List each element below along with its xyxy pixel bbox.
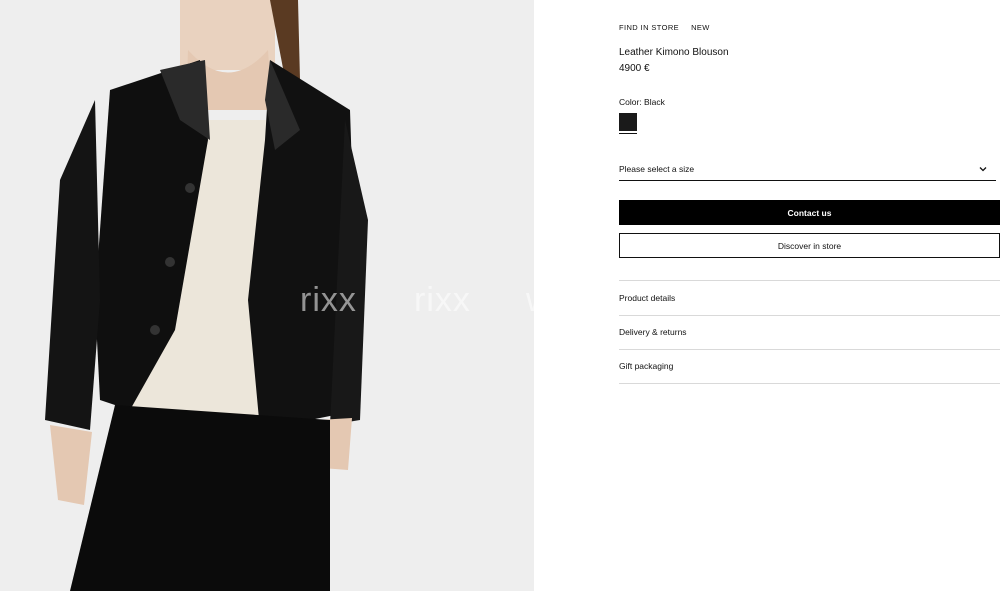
product-price: 4900 € [619, 63, 650, 74]
info-accordion: Product details Delivery & returns Gift … [619, 280, 1000, 384]
contact-us-button[interactable]: Contact us [619, 200, 1000, 225]
find-in-store-link[interactable]: FIND IN STORE [619, 23, 679, 32]
product-info-panel: FIND IN STORE NEW Leather Kimono Blouson… [619, 0, 1000, 591]
product-title: Leather Kimono Blouson [619, 47, 729, 58]
size-select[interactable]: Please select a size [619, 158, 996, 181]
watermark-text: rixx [300, 281, 357, 319]
accordion-gift-packaging[interactable]: Gift packaging [619, 349, 1000, 384]
chevron-down-icon [979, 167, 987, 172]
watermark-text: w [526, 281, 534, 320]
accordion-delivery-returns[interactable]: Delivery & returns [619, 314, 1000, 350]
discover-in-store-button[interactable]: Discover in store [619, 233, 1000, 258]
color-label: Color: Black [619, 97, 665, 107]
header-links: FIND IN STORE NEW [619, 23, 710, 32]
product-image[interactable]: rixx rixx w [0, 0, 534, 591]
swatch-selected-indicator [619, 133, 637, 134]
watermark-text: rixx [414, 281, 471, 319]
size-select-placeholder: Please select a size [619, 164, 695, 174]
color-swatch-black[interactable] [619, 113, 637, 131]
accordion-product-details[interactable]: Product details [619, 280, 1000, 315]
new-badge: NEW [691, 23, 710, 32]
